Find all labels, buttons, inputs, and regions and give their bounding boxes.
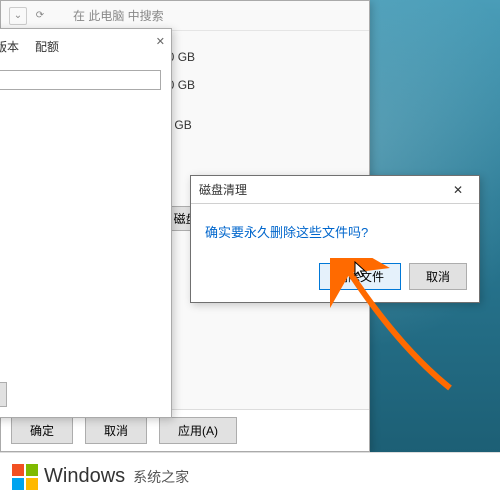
brand-text: Windows — [44, 465, 125, 488]
nav-bar: ⌄ ⟳ 在 此电脑 中搜索 — [1, 1, 369, 31]
cleanup-properties-window: ✕ 以前的版本 配额 .5 KB 字节 1 MB .0 KB 23 KB 9 M… — [0, 28, 172, 418]
footer-logo-bar: Windows 系统之家 — [0, 452, 500, 500]
volume-label-input[interactable] — [0, 70, 161, 90]
search-input[interactable]: 在 此电脑 中搜索 — [73, 7, 164, 24]
mouse-cursor-icon — [354, 261, 368, 279]
site-name: 系统之家 — [133, 467, 189, 487]
close-icon[interactable]: ✕ — [156, 35, 165, 48]
windows-logo-icon — [12, 464, 38, 490]
apply-button[interactable]: 应用(A) — [159, 417, 237, 444]
dialog-button-row: 删除文件 取消 — [191, 255, 479, 302]
cancel-button[interactable]: 取消 — [85, 417, 147, 444]
nav-refresh-icon[interactable]: ⟳ — [31, 7, 49, 25]
properties-tabs: 以前的版本 配额 — [0, 29, 171, 58]
dialog-close-button[interactable]: ✕ — [437, 176, 479, 204]
ok-button[interactable]: 确定 — [11, 417, 73, 444]
tab-previous-versions[interactable]: 以前的版本 — [0, 35, 27, 58]
properties-cancel-button[interactable]: 取消 — [0, 382, 7, 407]
confirm-delete-dialog: 磁盘清理 ✕ 确实要永久删除这些文件吗? 删除文件 取消 — [190, 175, 480, 303]
dialog-message: 确实要永久删除这些文件吗? — [191, 204, 479, 255]
tab-quota[interactable]: 配额 — [27, 35, 67, 58]
file-size-list: .5 KB 字节 1 MB .0 KB 23 KB 9 MB — [0, 100, 161, 208]
dialog-cancel-button[interactable]: 取消 — [409, 263, 467, 290]
dialog-titlebar: 磁盘清理 ✕ — [191, 176, 479, 204]
windows-logo: Windows 系统之家 — [12, 464, 189, 490]
nav-down-icon[interactable]: ⌄ — [9, 7, 27, 25]
properties-body: .5 KB 字节 1 MB .0 KB 23 KB 9 MB 168 MB — [0, 58, 171, 236]
dialog-title-text: 磁盘清理 — [199, 181, 247, 198]
